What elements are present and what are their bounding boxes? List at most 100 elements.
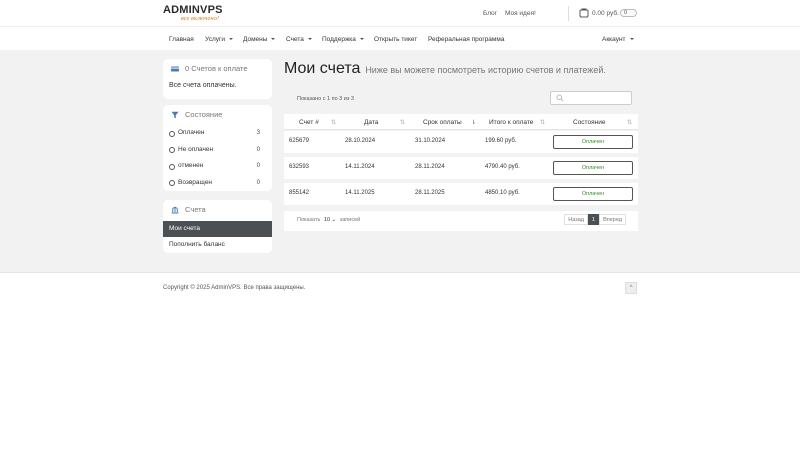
nav-account-label: Аккаунт <box>602 36 626 43</box>
status-filter-refunded[interactable]: Возвращен 0 <box>169 175 266 192</box>
invoice-id: 632593 <box>289 164 310 170</box>
top-bar: ADMINVPS все включено! Блог Моя идея! 0.… <box>0 0 800 26</box>
table-header: Счет # ⇅ Дата ⇅ Срок оплаты ⇂ Итого к оп… <box>284 114 638 130</box>
panel-header: Состояние <box>163 105 272 125</box>
table-row[interactable]: 632593 14.11.2024 28.11.2024 4790.40 руб… <box>284 157 638 179</box>
pagination: Назад 1 Вперед <box>564 214 626 225</box>
copyright: Copyright © 2025 AdminVPS. Все права защ… <box>163 285 306 291</box>
credit-card-icon <box>171 66 179 72</box>
radio-icon[interactable] <box>169 163 175 170</box>
invoice-due: 31.10.2024 <box>415 138 446 144</box>
my-idea-link[interactable]: Моя идея! <box>505 10 536 17</box>
menu-my-invoices[interactable]: Мои счета <box>163 221 272 237</box>
sort-desc-icon[interactable]: ⇂ <box>471 119 476 126</box>
records-info: Показано с 1 по 3 из 3 <box>297 96 354 102</box>
table-footer: Показать 10 ⌄ записей Назад 1 Вперед <box>284 211 638 231</box>
status-label: отменен <box>178 162 204 169</box>
nav-referral[interactable]: Реферальная программа <box>428 36 504 43</box>
search-box[interactable] <box>550 91 632 105</box>
nav-open-ticket[interactable]: Открыть тикет <box>374 36 417 43</box>
status-label: Не оплачен <box>178 145 214 153</box>
toggle-switch[interactable]: 0 <box>620 9 637 17</box>
radio-icon[interactable] <box>169 130 175 137</box>
col-due-date[interactable]: Срок оплаты <box>423 119 462 126</box>
unpaid-body: Все счета оплачены. <box>169 82 237 89</box>
nav-home-label: Главная <box>169 36 194 43</box>
logo[interactable]: ADMINVPS все включено! <box>163 4 233 23</box>
status-filter-paid[interactable]: Оплачен 3 <box>169 125 266 142</box>
radio-icon[interactable] <box>169 180 175 186</box>
col-status[interactable]: Состояние <box>573 119 605 126</box>
nav-services-label: Услуги <box>205 36 225 43</box>
invoices-table: Счет # ⇅ Дата ⇅ Срок оплаты ⇂ Итого к оп… <box>284 114 638 205</box>
invoice-date: 14.11.2024 <box>345 164 375 170</box>
nav-support-label: Поддержка <box>322 36 356 43</box>
table-row[interactable]: 625679 28.10.2024 31.10.2024 199.60 руб.… <box>284 131 638 153</box>
status-count: 0 <box>256 146 260 153</box>
nav-support[interactable]: Поддержка <box>322 36 364 43</box>
status-title: Состояние <box>185 110 223 119</box>
filter-icon <box>171 111 179 119</box>
sort-icon[interactable]: ⇅ <box>540 119 545 126</box>
caret-down-icon <box>307 38 312 41</box>
radio-icon[interactable] <box>169 147 175 153</box>
sort-icon[interactable]: ⇅ <box>627 119 632 126</box>
status-filter-unpaid[interactable]: Не оплачен 0 <box>169 142 266 159</box>
caret-down-icon <box>229 38 233 41</box>
cart-icon[interactable] <box>579 8 589 18</box>
status-count: 0 <box>256 179 260 186</box>
page-title: Мои счета Ниже вы можете посмотреть исто… <box>284 60 606 78</box>
nav-services[interactable]: Услуги <box>205 36 233 43</box>
page-heading: Мои счета <box>284 60 361 77</box>
sort-icon[interactable]: ⇅ <box>400 119 405 126</box>
col-date[interactable]: Дата <box>364 119 378 126</box>
status-badge: Оплачен <box>553 187 633 201</box>
search-input[interactable] <box>565 93 629 103</box>
col-total[interactable]: Итого к оплате <box>489 119 533 126</box>
invoices-title: Счета <box>185 205 206 214</box>
status-badge: Оплачен <box>553 161 633 175</box>
status-label: Оплачен <box>178 129 205 136</box>
invoice-id: 855142 <box>289 190 310 196</box>
nav-domains[interactable]: Домены <box>243 36 276 43</box>
pager-prev[interactable]: Назад <box>564 214 589 225</box>
cart-sum[interactable]: 0.00 руб. <box>592 10 619 17</box>
divider <box>568 6 569 21</box>
nav-account[interactable]: Аккаунт <box>602 36 634 43</box>
status-filter-panel: Состояние Оплачен 3 Не оплачен 0 отменен… <box>163 105 272 191</box>
per-page-select[interactable]: 10 ⌄ <box>324 217 336 223</box>
status-count: 0 <box>256 163 260 169</box>
per-page-suffix: записей <box>339 217 361 223</box>
status-list: Оплачен 3 Не оплачен 0 отменен 0 Возвращ… <box>163 125 272 191</box>
table-row[interactable]: 855142 14.11.2025 28.11.2025 4850.10 руб… <box>284 183 638 205</box>
status-filter-cancelled[interactable]: отменен 0 <box>169 158 266 175</box>
nav-billing[interactable]: Счета <box>286 36 312 43</box>
per-page-control: Показать 10 ⌄ записей <box>297 217 360 223</box>
bank-icon <box>171 206 179 214</box>
menu-add-funds[interactable]: Пополнить баланс <box>163 237 272 253</box>
unpaid-title: 0 Счетов к оплате <box>185 64 248 73</box>
caret-down-icon <box>359 38 364 41</box>
per-page-value: 10 <box>323 217 331 223</box>
nav-home[interactable]: Главная <box>169 36 194 43</box>
pager-next[interactable]: Вперед <box>599 214 626 225</box>
footer: Copyright © 2025 AdminVPS. Все права защ… <box>0 272 800 450</box>
col-invoice-number[interactable]: Счет # <box>299 119 319 126</box>
per-page-prefix: Показать <box>297 217 321 223</box>
logo-tagline: все включено! <box>181 15 219 22</box>
invoice-total: 4850.10 руб. <box>485 190 520 196</box>
nav-referral-label: Реферальная программа <box>428 36 505 43</box>
sort-icon[interactable]: ⇅ <box>331 119 336 126</box>
nav-billing-label: Счета <box>286 36 304 43</box>
search-icon <box>556 94 564 102</box>
back-to-top-button[interactable]: ^ <box>625 282 637 294</box>
panel-header: 0 Счетов к оплате <box>163 59 272 79</box>
caret-down-icon <box>629 38 634 41</box>
invoice-date: 28.10.2024 <box>345 138 376 144</box>
invoice-due: 28.11.2025 <box>415 190 445 196</box>
caret-down-icon <box>271 38 276 41</box>
page-subtitle: Ниже вы можете посмотреть историю счетов… <box>365 65 606 75</box>
blog-link[interactable]: Блог <box>483 10 497 17</box>
status-count: 3 <box>256 130 260 136</box>
pager-page-1[interactable]: 1 <box>588 214 600 225</box>
